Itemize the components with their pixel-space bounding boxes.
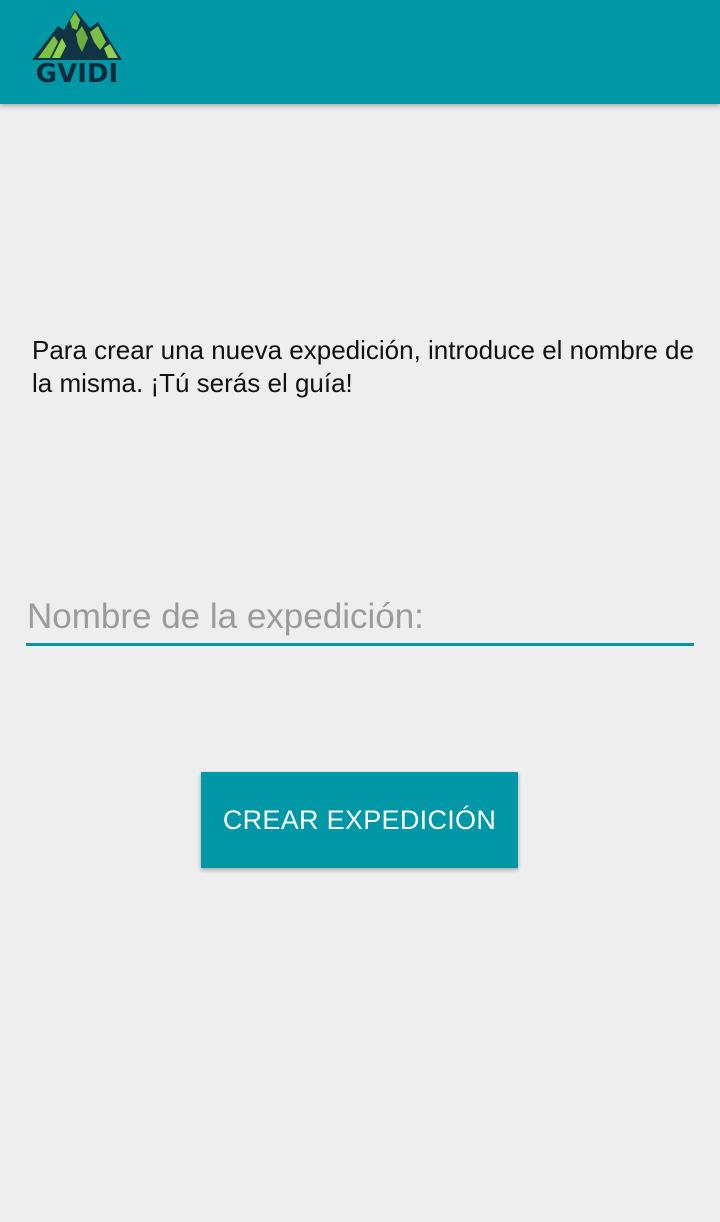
mountain-logo-icon [32, 10, 122, 60]
logo-wordmark: GVIDI [35, 59, 119, 89]
expedition-name-input[interactable] [26, 590, 694, 643]
create-expedition-instructions: Para crear una nueva expedición, introdu… [32, 335, 694, 398]
app-logo: GVIDI [30, 8, 124, 92]
app-bar: GVIDI [0, 0, 720, 104]
create-expedition-button[interactable]: CREAR EXPEDICIÓN [201, 772, 518, 868]
expedition-name-field-container [26, 590, 694, 646]
